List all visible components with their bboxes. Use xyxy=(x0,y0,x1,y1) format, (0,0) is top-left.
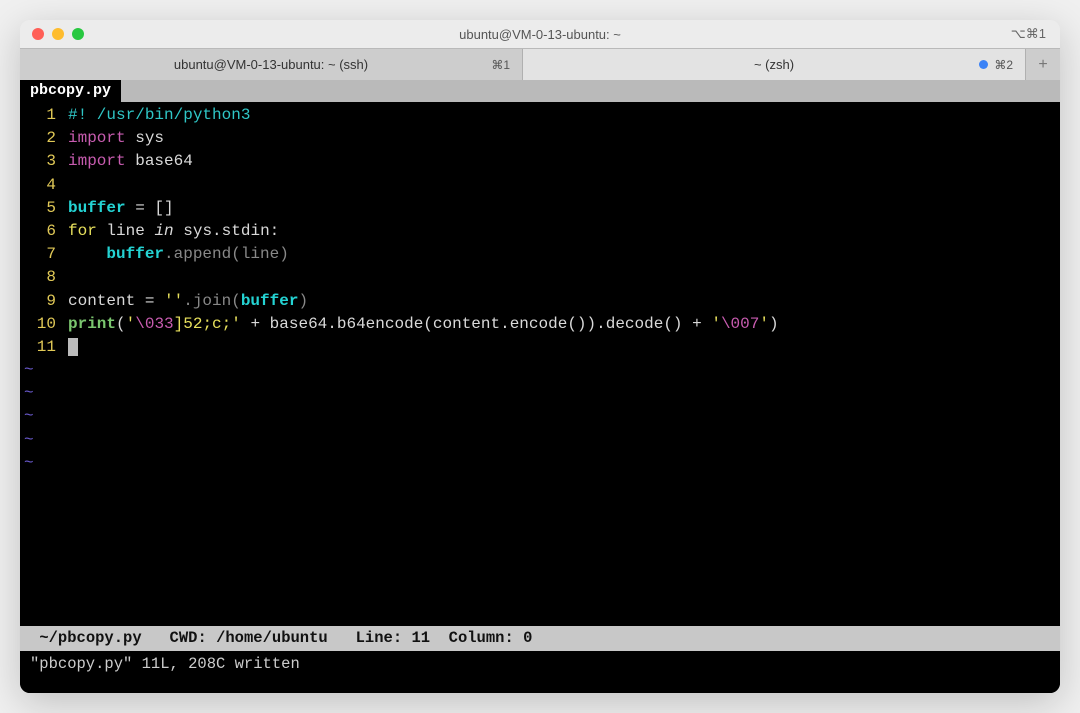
code-line: 9content = ''.join(buffer) xyxy=(20,290,1060,313)
cursor-icon xyxy=(68,338,78,356)
tab-shortcut: ⌘1 xyxy=(491,58,510,72)
traffic-lights xyxy=(32,28,84,40)
terminal-window: ubuntu@VM-0-13-ubuntu: ~ ⌥⌘1 ubuntu@VM-0… xyxy=(20,20,1060,693)
vim-tab-current[interactable]: pbcopy.py xyxy=(20,80,121,102)
vim-message: "pbcopy.py" 11L, 208C written xyxy=(20,651,1060,693)
empty-line-tilde: ~ xyxy=(20,359,1060,382)
add-tab-button[interactable]: + xyxy=(1026,49,1060,80)
dot-icon xyxy=(979,60,988,69)
vim-tabline: pbcopy.py xyxy=(20,80,1060,102)
tabbar: ubuntu@VM-0-13-ubuntu: ~ (ssh) ⌘1 ~ (zsh… xyxy=(20,48,1060,80)
code-line: 11 xyxy=(20,336,1060,359)
code-line: 1#! /usr/bin/python3 xyxy=(20,104,1060,127)
zoom-icon[interactable] xyxy=(72,28,84,40)
empty-line-tilde: ~ xyxy=(20,429,1060,452)
tab-zsh[interactable]: ~ (zsh) ⌘2 xyxy=(523,49,1026,80)
code-line: 4 xyxy=(20,174,1060,197)
tab-shortcut: ⌘2 xyxy=(979,58,1013,72)
window-shortcut: ⌥⌘1 xyxy=(1011,26,1046,42)
vim-statusline: ~/pbcopy.py CWD: /home/ubuntu Line: 11 C… xyxy=(20,626,1060,650)
titlebar: ubuntu@VM-0-13-ubuntu: ~ ⌥⌘1 xyxy=(20,20,1060,48)
minimize-icon[interactable] xyxy=(52,28,64,40)
close-icon[interactable] xyxy=(32,28,44,40)
tab-label: ~ (zsh) xyxy=(754,57,794,72)
code-line: 8 xyxy=(20,266,1060,289)
code-line: 3import base64 xyxy=(20,150,1060,173)
code-line: 2import sys xyxy=(20,127,1060,150)
editor-area[interactable]: 1#! /usr/bin/python3 2import sys 3import… xyxy=(20,102,1060,626)
terminal-body[interactable]: pbcopy.py 1#! /usr/bin/python3 2import s… xyxy=(20,80,1060,693)
code-line: 10print('\033]52;c;' + base64.b64encode(… xyxy=(20,313,1060,336)
empty-line-tilde: ~ xyxy=(20,405,1060,428)
code-line: 6for line in sys.stdin: xyxy=(20,220,1060,243)
code-line: 7 buffer.append(line) xyxy=(20,243,1060,266)
empty-line-tilde: ~ xyxy=(20,452,1060,475)
empty-line-tilde: ~ xyxy=(20,382,1060,405)
window-title: ubuntu@VM-0-13-ubuntu: ~ xyxy=(20,27,1060,42)
tab-label: ubuntu@VM-0-13-ubuntu: ~ (ssh) xyxy=(174,57,368,72)
tab-ssh[interactable]: ubuntu@VM-0-13-ubuntu: ~ (ssh) ⌘1 xyxy=(20,49,523,80)
code-line: 5buffer = [] xyxy=(20,197,1060,220)
